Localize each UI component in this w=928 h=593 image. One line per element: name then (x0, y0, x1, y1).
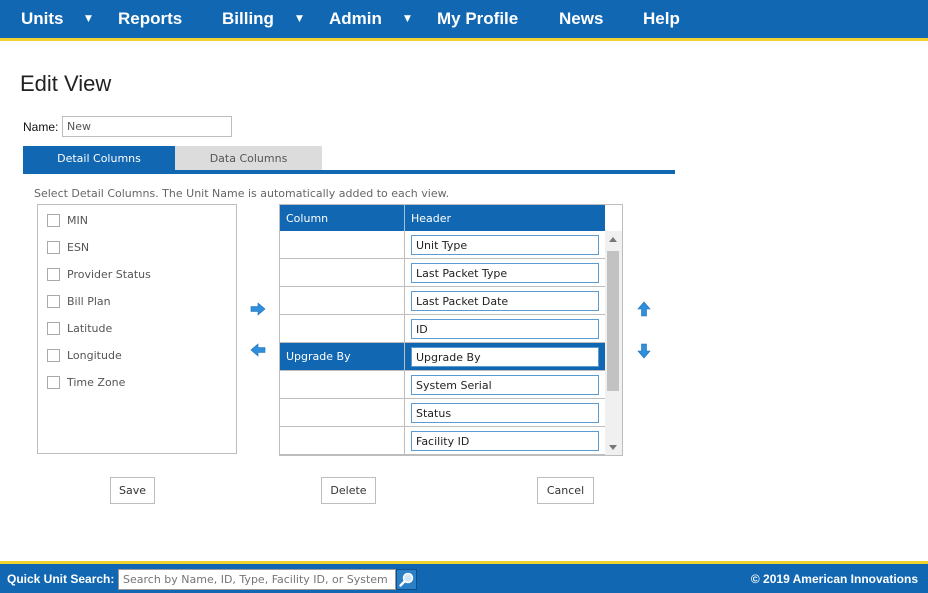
table-row[interactable] (280, 259, 605, 287)
table-row[interactable] (280, 371, 605, 399)
row-header-input[interactable] (411, 319, 599, 339)
available-item-latitude[interactable]: Latitude (47, 320, 112, 336)
arrow-up-icon[interactable] (636, 301, 652, 317)
scroll-up-icon[interactable] (609, 237, 617, 242)
name-label: Name: (23, 120, 59, 134)
table-row[interactable] (280, 427, 605, 455)
available-item-bill-plan[interactable]: Bill Plan (47, 293, 111, 309)
row-header-input[interactable] (411, 263, 599, 283)
nav-news[interactable]: News (559, 0, 603, 38)
magnifier-icon (399, 572, 414, 587)
table-row[interactable] (280, 287, 605, 315)
copyright-text: © 2019 American Innovations (750, 572, 918, 586)
row-column-cell (280, 315, 405, 342)
nav-help[interactable]: Help (643, 0, 680, 38)
tab-underline (23, 170, 675, 174)
nav-units-dropdown-caret[interactable]: ▼ (85, 0, 92, 38)
instructions-text: Select Detail Columns. The Unit Name is … (34, 187, 450, 200)
table-row[interactable] (280, 399, 605, 427)
checkbox[interactable] (47, 240, 60, 254)
page-title: Edit View (20, 71, 112, 96)
available-item-label: Time Zone (67, 375, 126, 389)
row-header-input[interactable] (411, 291, 599, 311)
footer-bar: Quick Unit Search: © 2019 American Innov… (0, 561, 928, 593)
row-column-cell (280, 231, 405, 258)
view-name-input[interactable] (62, 116, 232, 137)
available-item-time-zone[interactable]: Time Zone (47, 374, 125, 390)
nav-my-profile[interactable]: My Profile (437, 0, 518, 38)
row-header-input[interactable] (411, 235, 599, 255)
row-column-cell (280, 287, 405, 314)
tab-detail-columns[interactable]: Detail Columns (23, 146, 175, 171)
nav-billing-dropdown-caret[interactable]: ▼ (296, 0, 303, 38)
table-row[interactable] (280, 231, 605, 259)
grid-header-column: Column (286, 211, 329, 225)
available-item-longitude[interactable]: Longitude (47, 347, 122, 363)
checkbox[interactable] (47, 267, 60, 281)
quick-search-button[interactable] (396, 569, 417, 590)
row-header-input[interactable] (411, 431, 599, 451)
quick-search-input[interactable] (118, 569, 396, 590)
checkbox[interactable] (47, 294, 60, 308)
nav-reports[interactable]: Reports (118, 0, 182, 38)
scroll-down-icon[interactable] (609, 445, 617, 450)
available-item-esn[interactable]: ESN (47, 239, 89, 255)
arrow-down-icon[interactable] (636, 343, 652, 359)
checkbox[interactable] (47, 321, 60, 335)
quick-search-label: Quick Unit Search: (7, 572, 115, 586)
row-column-cell: Upgrade By (280, 343, 405, 370)
available-columns-list[interactable]: MIN ESN Provider Status Bill Plan Latitu… (37, 204, 237, 454)
top-nav-bar: Units ▼ Reports Billing ▼ Admin ▼ My Pro… (0, 0, 928, 41)
save-button[interactable]: Save (110, 477, 155, 504)
scroll-thumb[interactable] (607, 251, 619, 391)
table-row[interactable] (280, 315, 605, 343)
arrow-left-icon[interactable] (250, 342, 266, 358)
nav-units[interactable]: Units (21, 0, 64, 38)
available-item-label: ESN (67, 240, 90, 254)
available-item-label: Provider Status (67, 267, 151, 281)
delete-button[interactable]: Delete (321, 477, 376, 504)
checkbox[interactable] (47, 348, 60, 362)
available-item-label: Bill Plan (67, 294, 111, 308)
table-row-selected[interactable]: Upgrade By (280, 343, 605, 371)
row-column-cell (280, 427, 405, 454)
arrow-right-icon[interactable] (250, 301, 266, 317)
row-column-cell (280, 399, 405, 426)
nav-billing[interactable]: Billing (222, 0, 274, 38)
row-header-input[interactable] (411, 375, 599, 395)
available-item-provider-status[interactable]: Provider Status (47, 266, 151, 282)
available-item-label: MIN (67, 213, 88, 227)
selected-columns-grid: Column Header Upgrade By (279, 204, 623, 456)
grid-scrollbar[interactable] (605, 231, 622, 455)
available-item-label: Latitude (67, 321, 113, 335)
row-header-input[interactable] (411, 403, 599, 423)
checkbox[interactable] (47, 375, 60, 389)
cancel-button[interactable]: Cancel (537, 477, 594, 504)
grid-header-header: Header (411, 211, 452, 225)
row-column-cell (280, 259, 405, 286)
row-header-input[interactable] (411, 347, 599, 367)
available-item-min[interactable]: MIN (47, 212, 88, 228)
nav-admin-dropdown-caret[interactable]: ▼ (404, 0, 411, 38)
nav-admin[interactable]: Admin (329, 0, 382, 38)
available-item-label: Longitude (67, 348, 122, 362)
tab-data-columns[interactable]: Data Columns (175, 146, 322, 171)
row-column-cell (280, 371, 405, 398)
checkbox[interactable] (47, 213, 60, 227)
grid-header-row: Column Header (280, 205, 605, 231)
